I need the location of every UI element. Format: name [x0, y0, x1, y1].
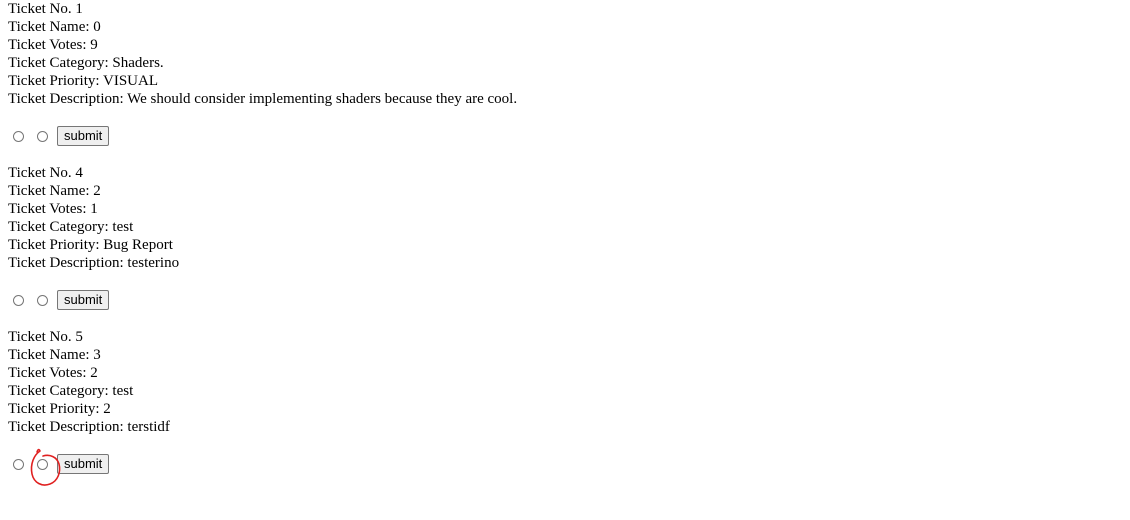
vote-radio-down[interactable] — [37, 458, 48, 470]
vote-radio-up[interactable] — [13, 294, 24, 306]
vote-radio-down[interactable] — [37, 130, 48, 142]
ticket-category: Ticket Category: test — [8, 219, 134, 235]
vote-radio-down[interactable] — [37, 294, 48, 306]
ticket-category: Ticket Category: Shaders. — [8, 55, 164, 71]
ticket-priority: Ticket Priority: Bug Report — [8, 237, 173, 253]
vote-controls: submit — [8, 126, 517, 146]
ticket-4: Ticket No. 4 Ticket Name: 2 Ticket Votes… — [8, 164, 517, 310]
vote-controls: submit — [8, 290, 517, 310]
ticket-name: Ticket Name: 2 — [8, 183, 101, 199]
vote-radio-up[interactable] — [13, 458, 24, 470]
vote-radio-up[interactable] — [13, 130, 24, 142]
submit-button[interactable]: submit — [57, 126, 110, 146]
ticket-number: Ticket No. 1 — [8, 1, 83, 17]
ticket-votes: Ticket Votes: 9 — [8, 37, 98, 53]
submit-button[interactable]: submit — [57, 454, 110, 474]
ticket-priority: Ticket Priority: VISUAL — [8, 73, 159, 89]
ticket-description: Ticket Description: terstidf — [8, 419, 170, 435]
ticket-category: Ticket Category: test — [8, 383, 134, 399]
ticket-name: Ticket Name: 0 — [8, 19, 101, 35]
ticket-description: Ticket Description: testerino — [8, 255, 180, 271]
ticket-number: Ticket No. 5 — [8, 329, 83, 345]
ticket-name: Ticket Name: 3 — [8, 347, 101, 363]
submit-button[interactable]: submit — [57, 290, 110, 310]
ticket-5: Ticket No. 5 Ticket Name: 3 Ticket Votes… — [8, 328, 517, 474]
ticket-description: Ticket Description: We should consider i… — [8, 91, 518, 107]
ticket-votes: Ticket Votes: 2 — [8, 365, 98, 381]
ticket-1: Ticket No. 1 Ticket Name: 0 Ticket Votes… — [8, 0, 517, 146]
ticket-priority: Ticket Priority: 2 — [8, 401, 111, 417]
vote-controls: submit — [8, 454, 517, 474]
ticket-list: Ticket No. 1 Ticket Name: 0 Ticket Votes… — [8, 0, 517, 492]
ticket-number: Ticket No. 4 — [8, 165, 83, 181]
ticket-votes: Ticket Votes: 1 — [8, 201, 98, 217]
